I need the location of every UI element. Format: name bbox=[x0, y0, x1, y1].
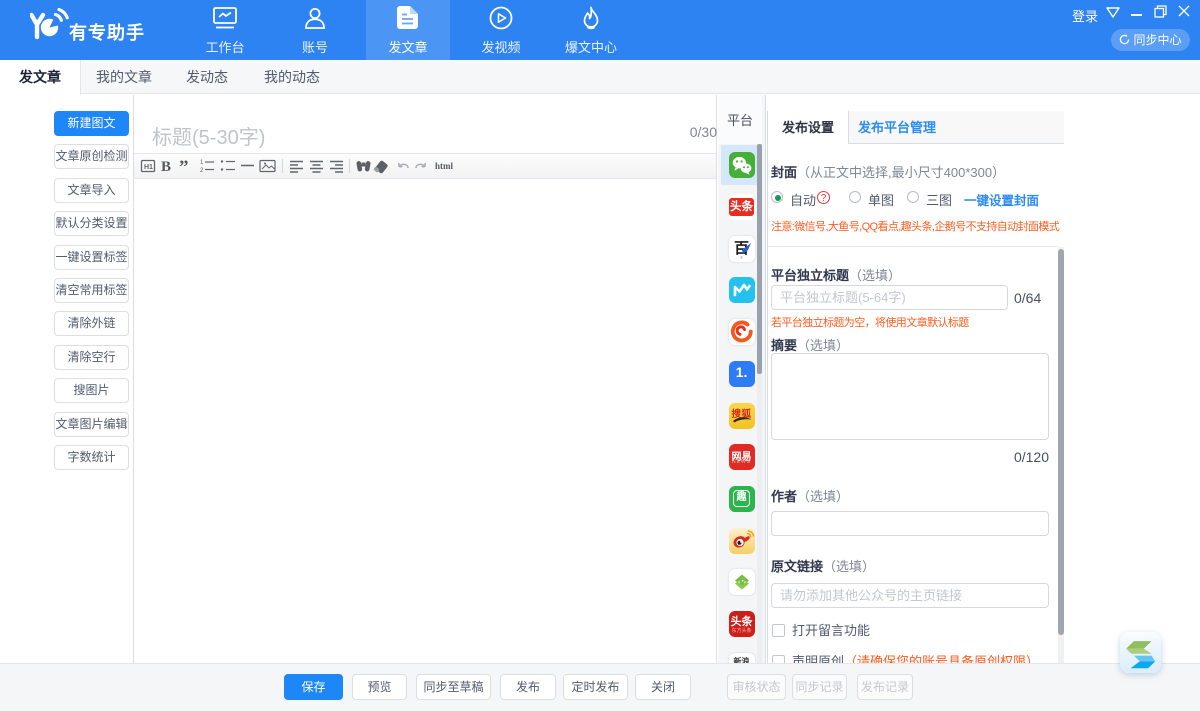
svg-text:”: ” bbox=[179, 157, 189, 178]
svg-text:1: 1 bbox=[200, 160, 204, 166]
svg-text:B: B bbox=[161, 159, 171, 175]
svg-text:2: 2 bbox=[200, 168, 204, 174]
svg-text:H1: H1 bbox=[144, 164, 153, 171]
svg-text:html: html bbox=[435, 161, 453, 171]
